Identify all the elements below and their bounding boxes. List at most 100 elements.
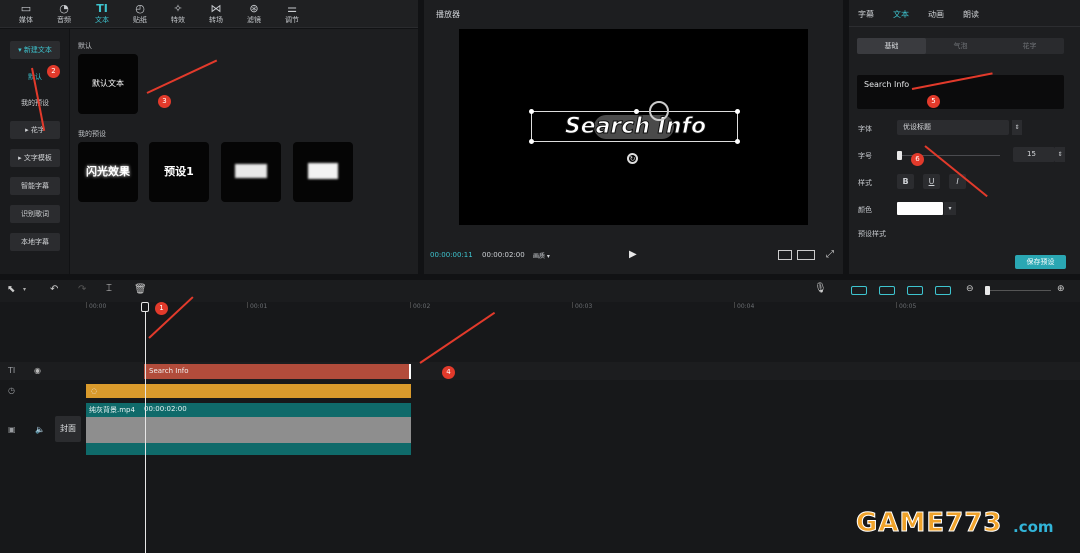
style-segment-control: 基础 气泡 花字 (857, 38, 1064, 54)
waveform-icon[interactable] (778, 250, 792, 260)
tool-filter[interactable]: ⊛ 滤镜 (236, 2, 272, 25)
audio-clip[interactable]: ◌ (86, 384, 411, 398)
color-swatch[interactable] (897, 202, 943, 215)
sticker-icon: ◴ (135, 2, 145, 15)
zoom-out-icon[interactable]: ⊖ (966, 284, 974, 294)
preset-card-4[interactable] (293, 142, 353, 202)
tool-transition[interactable]: ⋈ 转场 (198, 2, 234, 25)
tool-audio[interactable]: ◔ 音频 (46, 2, 82, 25)
link-icon[interactable] (851, 286, 867, 295)
bold-button[interactable]: B (897, 174, 914, 189)
select-tool-icon[interactable]: ⬉ (7, 284, 15, 295)
ratio-icon[interactable] (797, 250, 815, 260)
text-icon: TI (96, 2, 108, 15)
tool-text[interactable]: TI 文本 (84, 2, 120, 25)
sidebar-text-template[interactable]: ▸ 文字模板 (10, 149, 60, 167)
resize-handle[interactable] (634, 109, 639, 114)
resize-handle[interactable] (529, 139, 534, 144)
color-label: 颜色 (858, 206, 872, 214)
preview-canvas[interactable]: Search Info ↻ (459, 29, 808, 225)
text-selection-box[interactable]: Search Info (529, 109, 740, 144)
split-icon[interactable]: ⌶ (106, 283, 112, 294)
magnet-icon[interactable] (879, 286, 895, 295)
text-clip[interactable]: Search Info (144, 364, 411, 379)
segment-bubble[interactable]: 气泡 (926, 38, 995, 54)
timeline-toolbar: ⬉ ▾ ↶ ↷ ⌶ 🗑 🎙 ⊖ ⊕ (0, 280, 1080, 302)
video-track-icon: ▣ (8, 425, 16, 434)
font-select[interactable]: 优设标题 (897, 120, 1009, 135)
zoom-slider-track[interactable] (985, 290, 1051, 291)
size-stepper-icon[interactable]: ⇕ (1055, 147, 1065, 162)
playhead-handle[interactable] (141, 302, 149, 312)
player-panel: 播放器 Search Info ↻ 00:00:00:11 00:00:02:0… (424, 0, 843, 274)
zoom-in-icon[interactable]: ⊕ (1057, 284, 1065, 294)
video-clip-name: 纯灰背景.mp4 (89, 406, 135, 414)
resize-handle[interactable] (735, 109, 740, 114)
effects-icon: ✧ (173, 2, 183, 15)
delete-icon[interactable]: 🗑 (134, 284, 147, 295)
resize-handle[interactable] (735, 139, 740, 144)
microphone-icon[interactable]: 🎙 (814, 283, 827, 294)
save-preset-button[interactable]: 保存预设 (1015, 255, 1066, 269)
tool-adjust[interactable]: ⚌ 调节 (274, 2, 310, 25)
tool-effects[interactable]: ✧ 特效 (160, 2, 196, 25)
segment-huazi[interactable]: 花字 (995, 38, 1064, 54)
tab-animation[interactable]: 动画 (928, 9, 944, 20)
tab-read-aloud[interactable]: 朗读 (963, 9, 979, 20)
sidebar-new-text[interactable]: ▾ 新建文本 (10, 41, 60, 59)
clip-marker-icon: ◌ (91, 387, 98, 395)
tab-subtitle[interactable]: 字幕 (858, 9, 874, 20)
tool-effects-label: 特效 (171, 16, 185, 24)
sidebar-my-presets[interactable]: 我的预设 (10, 98, 60, 108)
video-clip-duration: 00:00:02:00 (144, 405, 187, 413)
my-presets-section-title: 我的预设 (78, 130, 106, 138)
font-stepper-icon[interactable]: ⇕ (1012, 120, 1022, 135)
tool-filter-label: 滤镜 (247, 16, 261, 24)
preset-card-flash[interactable]: 闪光效果 (78, 142, 138, 202)
player-title: 播放器 (436, 10, 460, 19)
sidebar-huazi[interactable]: ▸ 花字 (10, 121, 60, 139)
sidebar-local-caption[interactable]: 本地字幕 (10, 233, 60, 251)
linkage-icon[interactable] (935, 286, 951, 295)
underline-button[interactable]: U (923, 174, 940, 189)
zoom-slider-handle[interactable] (985, 286, 990, 295)
play-icon[interactable]: ▶ (629, 249, 637, 260)
text-category-sidebar: ▾ 新建文本 默认 我的预设 ▸ 花字 ▸ 文字模板 智能字幕 识别歌词 本地字… (0, 29, 69, 274)
chevron-down-icon[interactable]: ▾ (944, 202, 956, 215)
tab-text[interactable]: 文本 (893, 9, 909, 20)
playhead[interactable] (145, 302, 146, 553)
size-slider-handle[interactable] (897, 151, 902, 160)
mute-icon[interactable]: 🔈 (35, 425, 45, 434)
preset-card-1[interactable]: 预设1 (149, 142, 209, 202)
resize-handle[interactable] (529, 109, 534, 114)
undo-icon[interactable]: ↶ (50, 284, 58, 295)
annotation-badge: 3 (158, 95, 171, 108)
tool-media[interactable]: ▭ 媒体 (8, 2, 44, 25)
transition-icon: ⋈ (210, 2, 222, 15)
size-input[interactable]: 15 (1013, 147, 1055, 162)
default-text-card[interactable]: 默认文本 (78, 54, 138, 114)
quality-dropdown[interactable]: 画质 ▾ (533, 251, 550, 260)
sidebar-recognize-lyrics[interactable]: 识别歌词 (10, 205, 60, 223)
tool-sticker[interactable]: ◴ 贴纸 (122, 2, 158, 25)
clock-icon: ◷ (8, 386, 15, 395)
fullscreen-icon[interactable]: ⤢ (826, 249, 834, 260)
ruler-label: 00:01 (250, 303, 268, 310)
video-clip[interactable]: 纯灰背景.mp4 00:00:02:00 (86, 403, 411, 455)
tool-adjust-label: 调节 (285, 16, 299, 24)
segment-basic[interactable]: 基础 (857, 38, 926, 54)
rotate-icon[interactable]: ↻ (627, 153, 638, 164)
redo-icon[interactable]: ↷ (78, 284, 86, 295)
audio-icon: ◔ (59, 2, 69, 15)
preview-axis-icon[interactable] (907, 286, 923, 295)
preset-card-3[interactable] (221, 142, 281, 202)
style-label: 样式 (858, 179, 872, 187)
sidebar-smart-caption[interactable]: 智能字幕 (10, 177, 60, 195)
canvas-text: Search Info (564, 114, 707, 140)
magnifier-icon (649, 101, 669, 121)
tool-sticker-label: 贴纸 (133, 16, 147, 24)
size-label: 字号 (858, 152, 872, 160)
chevron-down-icon[interactable]: ▾ (23, 286, 26, 293)
cover-button[interactable]: 封面 (55, 416, 81, 442)
eye-icon[interactable]: ◉ (34, 366, 41, 375)
